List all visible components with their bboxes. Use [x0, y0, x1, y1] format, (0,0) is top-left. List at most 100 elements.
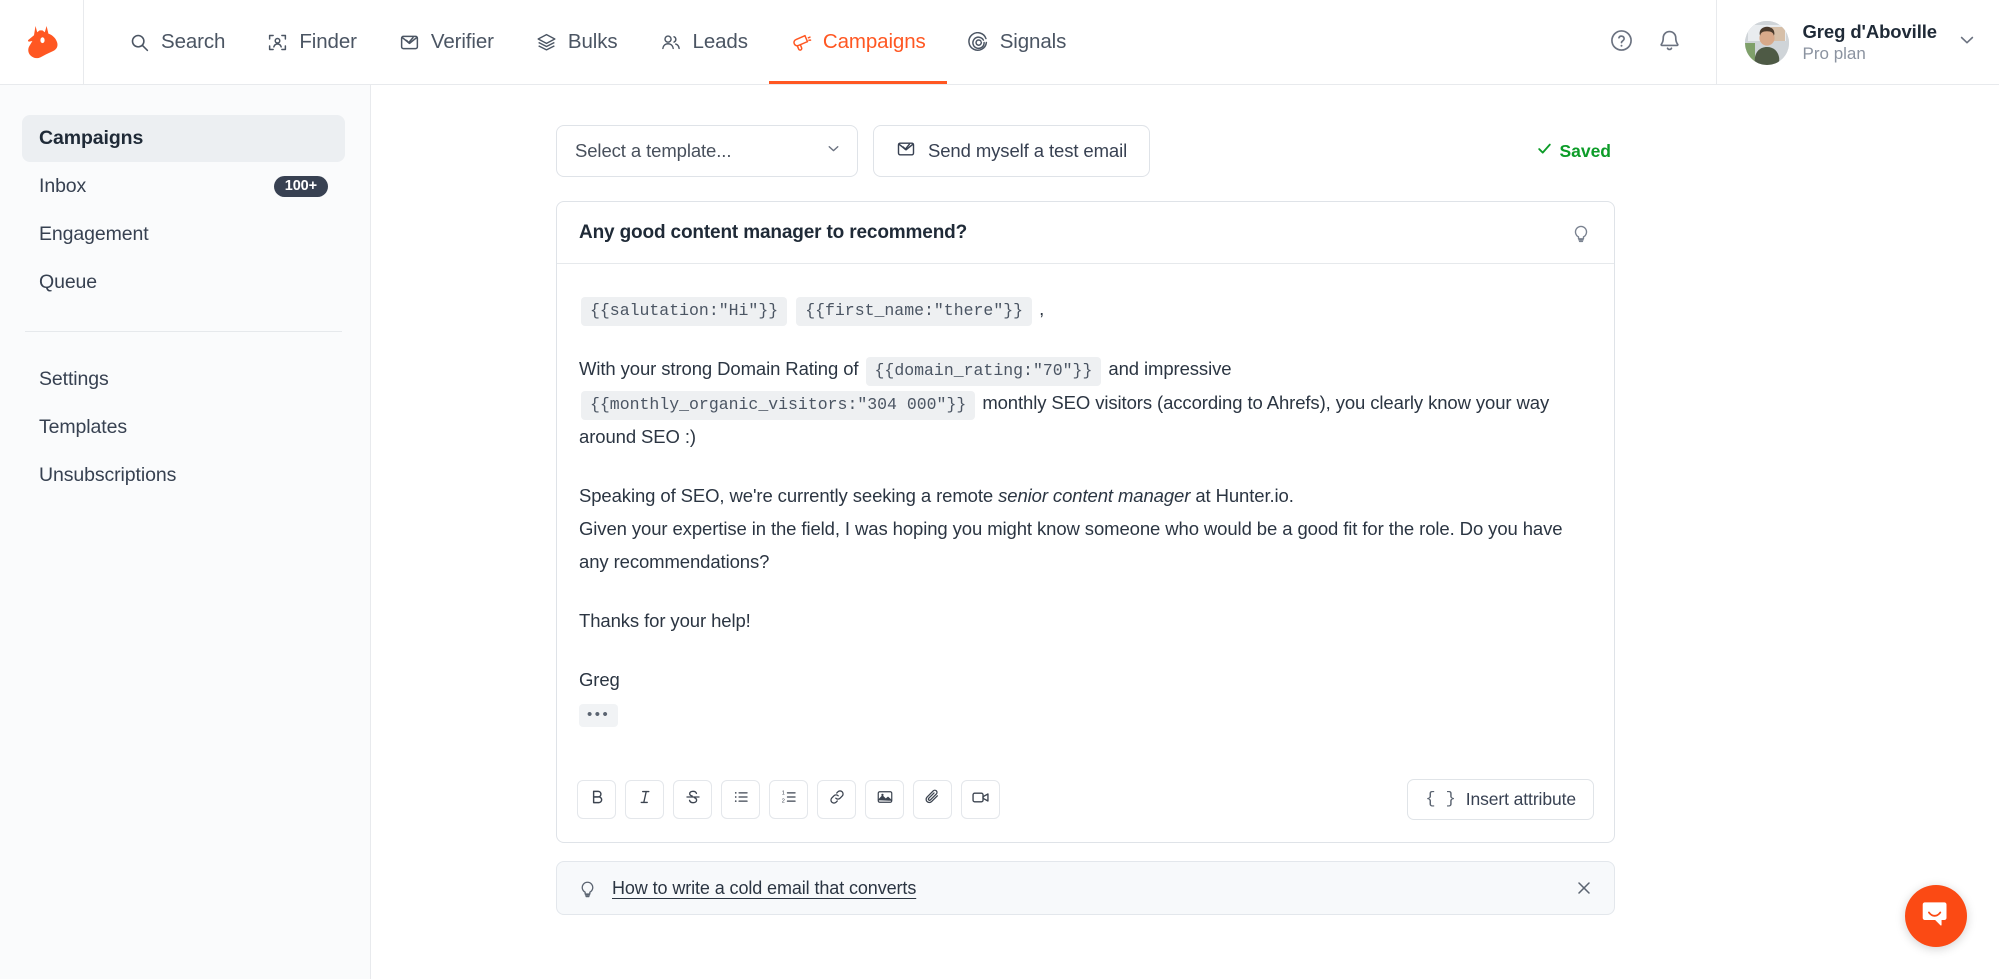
sidebar-item-engagement[interactable]: Engagement — [22, 211, 345, 258]
greeting-comma: , — [1039, 298, 1045, 319]
sidebar-item-label: Templates — [39, 416, 127, 438]
chevron-down-icon — [825, 140, 842, 162]
nav-item-search[interactable]: Search — [108, 0, 246, 84]
video-button[interactable] — [961, 780, 1000, 819]
editor-toolbar-row: Select a template... Send myself a test … — [556, 125, 1615, 177]
bell-icon — [1657, 28, 1682, 58]
brand-logo[interactable] — [0, 0, 84, 85]
top-navigation-bar: Search Finder Verifier Bulks Leads Campa… — [0, 0, 1999, 85]
nav-item-label: Verifier — [430, 29, 494, 53]
tip-banner: How to write a cold email that converts — [556, 861, 1615, 915]
nav-item-verifier[interactable]: Verifier — [378, 0, 515, 84]
send-test-email-button[interactable]: Send myself a test email — [873, 125, 1151, 177]
email-body[interactable]: {{salutation:"Hi"}} {{first_name:"there"… — [557, 264, 1614, 765]
lightbulb-icon — [577, 878, 598, 899]
italic-button[interactable] — [625, 780, 664, 819]
link-icon — [828, 788, 846, 811]
image-button[interactable] — [865, 780, 904, 819]
nav-item-bulks[interactable]: Bulks — [515, 0, 639, 84]
nav-item-leads[interactable]: Leads — [639, 0, 769, 84]
bold-icon — [588, 788, 606, 811]
nav-item-label: Search — [161, 29, 226, 53]
attachment-button[interactable] — [913, 780, 952, 819]
sidebar-item-templates[interactable]: Templates — [22, 404, 345, 451]
primary-nav-items: Search Finder Verifier Bulks Leads Campa… — [84, 0, 1087, 84]
sidebar-item-unsubscriptions[interactable]: Unsubscriptions — [22, 452, 345, 499]
intercom-chat-icon — [1921, 899, 1951, 934]
bold-button[interactable] — [577, 780, 616, 819]
avatar — [1744, 20, 1789, 65]
italic-icon — [636, 788, 654, 811]
attribute-token-domain-rating[interactable]: {{domain_rating:"70"}} — [865, 357, 1102, 386]
template-select-value: Select a template... — [575, 140, 732, 161]
nav-item-finder[interactable]: Finder — [246, 0, 378, 84]
nav-item-campaigns[interactable]: Campaigns — [768, 0, 947, 84]
user-name: Greg d'Aboville — [1802, 21, 1938, 43]
sidebar-item-label: Campaigns — [39, 127, 144, 149]
insert-attribute-label: Insert attribute — [1465, 789, 1576, 809]
ask-paragraph: Given your expertise in the field, I was… — [579, 518, 1563, 572]
check-icon — [1536, 140, 1553, 162]
seo-paragraph: Speaking of SEO, we're currently seeking… — [579, 479, 1592, 512]
chevron-down-icon[interactable] — [1957, 30, 1977, 55]
nav-item-signals[interactable]: Signals — [947, 0, 1088, 84]
video-camera-icon — [971, 788, 990, 812]
inbox-count-badge: 100+ — [273, 175, 328, 198]
sidebar-divider — [25, 331, 342, 332]
bullet-list-icon — [732, 788, 750, 811]
email-editor-card: Any good content manager to recommend? {… — [556, 201, 1615, 843]
notifications-button[interactable] — [1646, 19, 1694, 67]
user-menu[interactable]: Greg d'Aboville Pro plan — [1715, 0, 1999, 85]
layers-icon — [536, 32, 557, 53]
strikethrough-icon — [684, 788, 702, 811]
sidebar-item-campaigns[interactable]: Campaigns — [22, 115, 345, 162]
attribute-token-salutation[interactable]: {{salutation:"Hi"}} — [581, 297, 788, 326]
tip-link[interactable]: How to write a cold email that converts — [612, 878, 916, 899]
nav-item-label: Bulks — [567, 29, 618, 53]
seo-post-text: at Hunter.io. — [1190, 485, 1294, 506]
sidebar-item-settings[interactable]: Settings — [22, 356, 345, 403]
subject-row: Any good content manager to recommend? — [557, 202, 1614, 264]
intercom-launcher-button[interactable] — [1905, 885, 1967, 947]
bullet-list-button[interactable] — [721, 780, 760, 819]
template-select[interactable]: Select a template... — [556, 125, 858, 177]
dr-mid-text: and impressive — [1108, 358, 1232, 379]
dr-pre-text: With your strong Domain Rating of — [579, 358, 859, 379]
send-test-email-label: Send myself a test email — [928, 140, 1128, 161]
help-button[interactable] — [1598, 19, 1646, 67]
curly-braces-icon: { } — [1425, 790, 1456, 809]
paperclip-icon — [924, 788, 942, 811]
nav-item-label: Finder — [299, 29, 357, 53]
saved-label: Saved — [1559, 140, 1611, 161]
envelope-check-icon — [896, 139, 916, 164]
person-frame-icon — [267, 32, 288, 53]
link-button[interactable] — [817, 780, 856, 819]
attribute-token-monthly-organic-visitors[interactable]: {{monthly_organic_visitors:"304 000"}} — [581, 391, 976, 420]
close-icon[interactable] — [1574, 878, 1594, 898]
insert-attribute-button[interactable]: { } Insert attribute — [1407, 779, 1594, 820]
numbered-list-button[interactable]: 1 2 — [769, 780, 808, 819]
signature-block: ••• — [579, 696, 1592, 729]
lightbulb-icon[interactable] — [1570, 222, 1592, 244]
sidebar-item-inbox[interactable]: Inbox 100+ — [22, 163, 345, 210]
svg-text:1: 1 — [781, 790, 784, 796]
sidebar-item-label: Settings — [39, 368, 109, 390]
greeting-paragraph: {{salutation:"Hi"}} {{first_name:"there"… — [579, 292, 1592, 326]
subject-input[interactable]: Any good content manager to recommend? — [579, 222, 967, 244]
signature-placeholder[interactable]: ••• — [579, 704, 619, 727]
seo-pre-text: Speaking of SEO, we're currently seeking… — [579, 485, 999, 506]
svg-text:2: 2 — [781, 799, 784, 805]
nav-item-label: Signals — [999, 29, 1067, 53]
sidebar-item-label: Queue — [39, 271, 98, 293]
domain-rating-paragraph: With your strong Domain Rating of {{doma… — [579, 352, 1592, 453]
formatting-toolbar: 1 2 {} Insert attribute — [557, 765, 1614, 842]
campaign-editor-column: Select a template... Send myself a test … — [556, 125, 1615, 915]
signoff-paragraph: Greg — [579, 669, 620, 690]
question-circle-icon — [1609, 28, 1634, 58]
image-icon — [876, 788, 894, 811]
attribute-token-first-name[interactable]: {{first_name:"there"}} — [796, 297, 1033, 326]
people-icon — [660, 32, 682, 53]
nav-item-label: Leads — [692, 29, 748, 53]
strikethrough-button[interactable] — [673, 780, 712, 819]
sidebar-item-queue[interactable]: Queue — [22, 259, 345, 306]
